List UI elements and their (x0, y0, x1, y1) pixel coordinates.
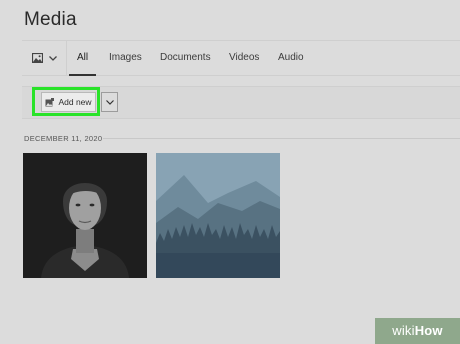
add-new-button[interactable]: Add new (41, 92, 96, 112)
tab-documents[interactable]: Documents (160, 41, 211, 75)
image-icon (31, 53, 43, 63)
view-type-picker[interactable] (22, 41, 67, 75)
chevron-down-icon (48, 55, 57, 61)
page-title: Media (24, 9, 77, 30)
watermark-part-2: How (414, 323, 443, 338)
media-thumbnail-landscape[interactable] (156, 153, 280, 278)
date-divider (103, 138, 460, 139)
mountain-landscape-photo (156, 153, 280, 278)
tab-audio[interactable]: Audio (278, 41, 304, 75)
tab-videos[interactable]: Videos (229, 41, 259, 75)
date-group-header: DECEMBER 11, 2020 (24, 134, 103, 143)
media-thumbnail-portrait[interactable] (23, 153, 147, 278)
add-new-dropdown-button[interactable] (101, 92, 118, 112)
wikihow-watermark: wikiHow (375, 318, 460, 344)
chevron-down-icon (105, 99, 114, 105)
tab-all[interactable]: All (68, 41, 97, 76)
portrait-photo (23, 153, 147, 278)
image-add-icon (45, 97, 55, 106)
tab-images[interactable]: Images (109, 41, 142, 75)
media-tab-bar: All Images Documents Videos Audio (22, 40, 460, 76)
watermark-part-1: wiki (392, 323, 415, 338)
add-new-label: Add new (58, 97, 92, 107)
